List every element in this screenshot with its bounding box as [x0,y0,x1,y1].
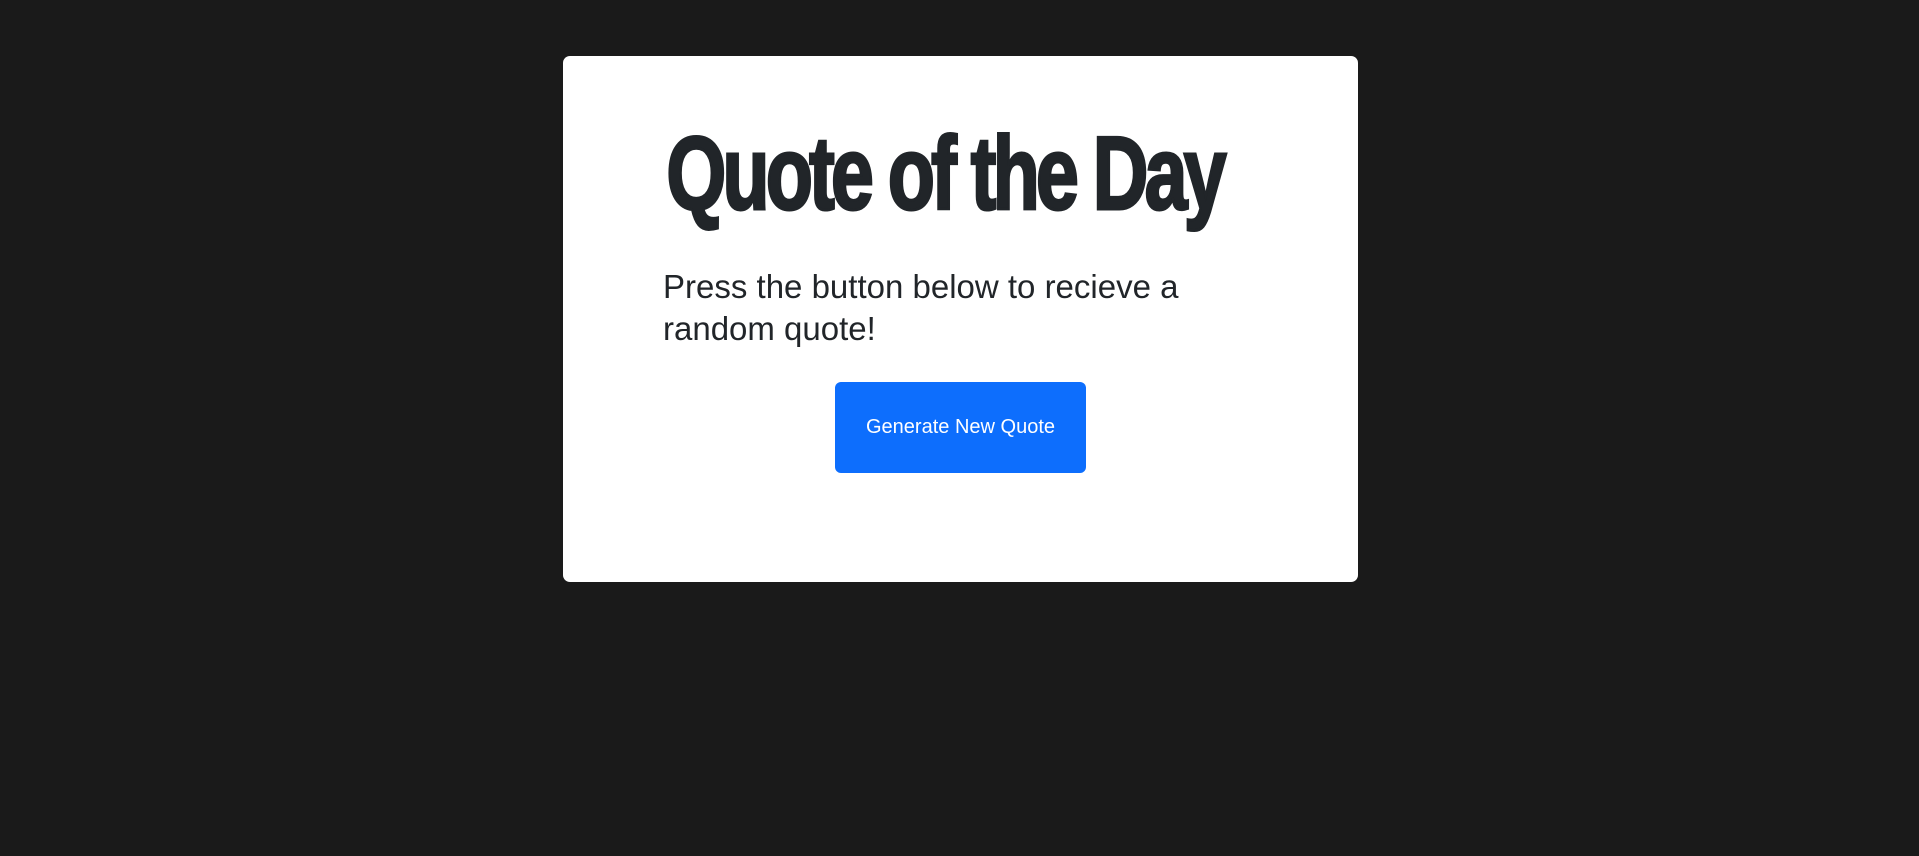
page-title: Quote of the Day [665,116,1227,232]
instruction-text: Press the button below to recieve a rand… [663,268,1179,347]
generate-quote-button[interactable]: Generate New Quote [835,382,1086,473]
